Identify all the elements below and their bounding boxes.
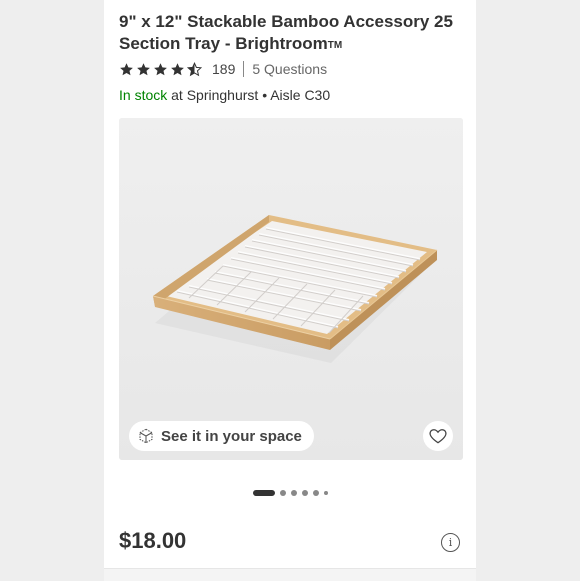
- product-image-bamboo-tray: [119, 118, 463, 460]
- favorite-button[interactable]: [423, 421, 453, 451]
- heart-icon: [429, 429, 447, 444]
- half-star-icon: [187, 61, 202, 76]
- product-title: 9" x 12" Stackable Bamboo Accessory 25 S…: [119, 11, 469, 55]
- carousel-dot-active[interactable]: [252, 490, 275, 496]
- 3d-cube-icon: [139, 428, 153, 444]
- rating-divider: [243, 61, 245, 77]
- star-icon: [154, 62, 167, 75]
- product-title-text: 9" x 12" Stackable Bamboo Accessory 25 S…: [119, 12, 453, 53]
- carousel-dot[interactable]: [279, 490, 286, 496]
- rating-row: 189 5 Questions: [119, 60, 327, 78]
- availability-row: In stock at Springhurst • Aisle C30: [119, 87, 330, 103]
- star-rating[interactable]: [119, 61, 202, 77]
- store-location[interactable]: at Springhurst • Aisle C30: [171, 87, 330, 103]
- star-icon: [171, 62, 184, 75]
- image-carousel-indicator: [104, 490, 476, 496]
- rating-count[interactable]: 189: [212, 61, 235, 77]
- questions-link[interactable]: 5 Questions: [252, 61, 327, 77]
- see-in-your-space-button[interactable]: See it in your space: [129, 421, 314, 451]
- trademark-mark: TM: [327, 40, 343, 51]
- price: $18.00: [119, 528, 187, 553]
- carousel-dot[interactable]: [290, 490, 297, 496]
- carousel-dot[interactable]: [323, 491, 328, 495]
- star-icon: [120, 62, 133, 75]
- ar-label: See it in your space: [161, 427, 302, 445]
- bottom-divider: [104, 568, 476, 581]
- carousel-dot[interactable]: [301, 490, 308, 496]
- product-page: 9" x 12" Stackable Bamboo Accessory 25 S…: [104, 0, 476, 580]
- carousel-dot[interactable]: [312, 490, 319, 496]
- product-image-card[interactable]: See it in your space: [119, 118, 463, 460]
- price-info-button[interactable]: i: [441, 533, 460, 552]
- stock-status: In stock: [119, 87, 168, 103]
- info-icon: i: [448, 536, 453, 549]
- star-icon: [137, 62, 150, 75]
